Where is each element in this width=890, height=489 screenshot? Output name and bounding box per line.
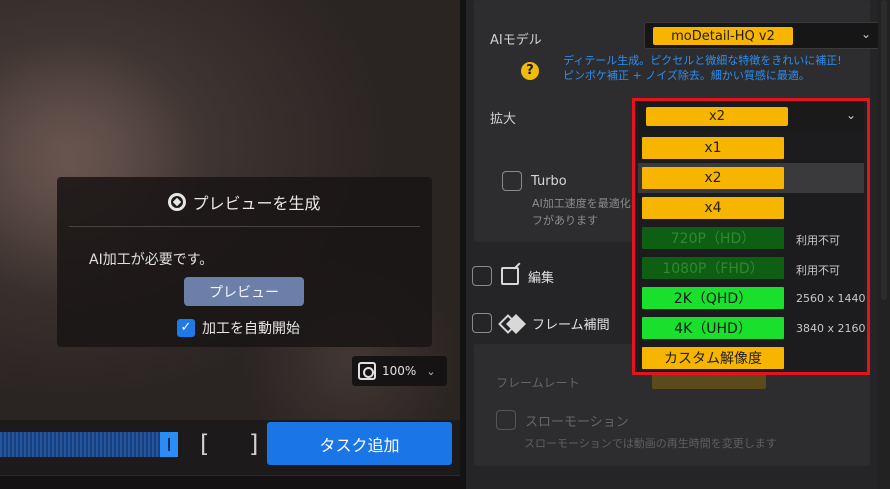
bottom-strip [0,475,460,489]
checkbox-checked-icon[interactable]: ✓ [177,319,195,337]
frame-interpolation-icon [501,316,523,330]
checkbox-unchecked-icon [496,410,516,430]
ai-required-message: AI加工が必要です。 [89,252,214,268]
scrollbar-thumb[interactable] [881,0,887,300]
upscale-option-label: x4 [642,197,784,219]
slow-motion-label: スローモーション [525,414,629,430]
upscale-option[interactable]: x4 [638,193,864,223]
timeline-bar: [ ] タスク追加 [0,420,460,489]
help-icon[interactable]: ? [521,62,539,80]
checkbox-unchecked-icon[interactable] [472,266,492,286]
upscale-option[interactable]: x1 [638,133,864,163]
zoom-control[interactable]: 100% ⌄ [352,356,447,386]
upscale-option-label: x2 [642,167,784,189]
upscale-option[interactable]: 720P（HD） 利用不可 [638,223,864,253]
frame-interpolation-label: フレーム補間 [532,317,610,333]
zoom-icon [358,362,376,380]
generate-preview-card: プレビューを生成 AI加工が必要です。 プレビュー ✓ 加工を自動開始 [57,177,432,347]
chevron-down-icon: ⌄ [426,364,436,378]
frame-rate-select-disabled [652,373,766,389]
generate-preview-title: プレビューを生成 [192,193,321,213]
upscale-dropdown-list: x2 ⌄ x1 x2 x4 720P（HD） 利用不可 1080P（FHD） 利用不可 2K（… [638,102,866,373]
upscale-option-note: 利用不可 [796,264,840,277]
slow-motion-description: スローモーションでは動画の再生時間を変更します [524,437,777,450]
checkbox-unchecked-icon[interactable] [472,313,492,333]
ai-model-description-line: ピンボケ補正 + ノイズ除去。細かい質感に最適。 [563,69,810,82]
add-task-button[interactable]: タスク追加 [267,422,452,465]
upscale-option-label: 720P（HD） [642,227,784,249]
upscale-option-label: 2K（QHD） [642,287,784,309]
ai-model-label: AIモデル [490,33,542,48]
frame-interpolation-header[interactable]: フレーム補間 [472,313,610,333]
upscale-option-label: 4K（UHD） [642,317,784,339]
upscale-dropdown[interactable]: x2 ⌄ x1 x2 x4 720P（HD） 利用不可 1080P（FHD） 利用不可 2K（… [632,98,870,375]
timeline-handle[interactable] [160,432,178,457]
generate-preview-header: プレビューを生成 [69,177,420,227]
frame-rate-label: フレームレート [496,376,580,390]
checkbox-unchecked-icon[interactable] [502,171,522,191]
ai-model-value: moDetail-HQ v2 [653,27,793,45]
slow-motion-checkbox: スローモーション [496,410,629,430]
ai-model-description: ディテール生成。ピクセルと微細な特徴をきれいに補正! ピンボケ補正 + ノイズ除… [563,53,842,83]
upscale-option[interactable]: 2K（QHD） 2560 x 1440 [638,283,866,313]
zoom-level: 100% [382,364,417,378]
preview-button[interactable]: プレビュー [184,277,304,306]
auto-start-label: 加工を自動開始 [202,321,300,337]
upscale-select[interactable]: x2 ⌄ [638,102,864,132]
turbo-label: Turbo [531,173,567,189]
ai-model-description-line: ディテール生成。ピクセルと微細な特徴をきれいに補正! [563,54,842,67]
auto-start-checkbox[interactable]: ✓ 加工を自動開始 [177,318,300,338]
upscale-option-note: 2560 x 1440 [796,292,866,305]
trim-brackets[interactable]: [ ] [200,430,274,458]
turbo-description-line: AI加工速度を最適化 [532,197,631,210]
edit-label: 編集 [528,270,555,286]
upscale-option[interactable]: 1080P（FHD） 利用不可 [638,253,864,283]
upscale-option-label: x1 [642,137,784,159]
panel-scrollbar[interactable] [878,0,890,489]
ai-model-select[interactable]: moDetail-HQ v2 ⌄ [644,22,880,49]
chevron-down-icon: ⌄ [860,27,871,41]
edit-section-header[interactable]: 編集 [472,266,554,286]
upscale-option-label: 1080P（FHD） [642,257,784,279]
timeline-track[interactable] [0,432,178,457]
aperture-icon [168,192,187,211]
upscale-option-note: 利用不可 [796,234,840,247]
turbo-description-line: フがあります [532,214,598,227]
upscale-option-label: カスタム解像度 [642,347,784,369]
turbo-description: AI加工速度を最適化 フがあります [532,195,631,229]
upscale-option[interactable]: カスタム解像度 [638,343,864,373]
upscale-option[interactable]: x2 [638,163,864,193]
video-preview: プレビューを生成 AI加工が必要です。 プレビュー ✓ 加工を自動開始 100%… [0,0,460,420]
edit-icon [501,267,519,285]
upscale-option[interactable]: 4K（UHD） 3840 x 2160 [638,313,866,343]
upscale-selected-value: x2 [646,107,788,126]
turbo-checkbox[interactable]: Turbo [502,171,567,191]
upscale-option-note: 3840 x 2160 [796,322,866,335]
chevron-down-icon: ⌄ [845,108,856,122]
upscale-label: 拡大 [490,112,517,127]
